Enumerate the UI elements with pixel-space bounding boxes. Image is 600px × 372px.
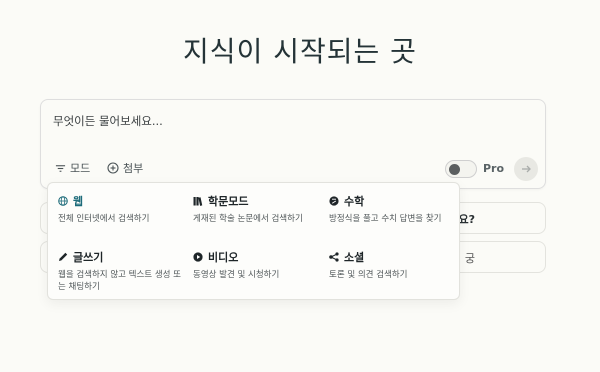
- focus-option-description: 동영상 발견 및 시청하기: [193, 270, 280, 280]
- math-icon: [329, 196, 339, 206]
- filter-icon: [55, 164, 66, 172]
- focus-option-description: 토론 및 의견 검색하기: [329, 270, 408, 280]
- focus-option-writing[interactable]: 글쓰기 웹을 검색하지 않고 텍스트 생성 또는 채팅하기: [58, 249, 186, 293]
- attach-button[interactable]: 첨부: [107, 160, 143, 176]
- page-headline: 지식이 시작되는 곳: [183, 35, 417, 68]
- focus-option-title: 학문모드: [208, 195, 249, 208]
- focus-option-description: 웹을 검색하지 않고 텍스트 생성 또는 채팅하기: [58, 270, 181, 292]
- social-icon: [329, 252, 339, 262]
- books-icon: [193, 197, 203, 206]
- globe-icon: [58, 196, 68, 206]
- focus-button[interactable]: 모드: [55, 160, 90, 176]
- focus-option-title: 글쓰기: [73, 251, 104, 264]
- attach-button-label: 첨부: [123, 162, 144, 175]
- focus-button-label: 모드: [70, 162, 91, 175]
- pencil-icon: [59, 252, 68, 261]
- toggle-knob: [449, 164, 460, 175]
- arrow-right-icon: [522, 165, 531, 173]
- submit-button[interactable]: [514, 157, 538, 181]
- search-input[interactable]: [53, 114, 523, 128]
- plus-circle-icon: [107, 162, 119, 174]
- suggestion-text: 요?: [458, 213, 475, 226]
- focus-option-description: 전체 인터넷에서 검색하기: [58, 214, 150, 224]
- pro-label: Pro: [483, 162, 505, 175]
- focus-option-title: 웹: [73, 195, 84, 208]
- focus-option-web[interactable]: 웹 전체 인터넷에서 검색하기: [58, 193, 186, 225]
- focus-option-description: 방정식을 풀고 수치 답변을 찾기: [329, 214, 442, 224]
- play-icon: [193, 252, 203, 262]
- focus-option-title: 비디오: [208, 251, 239, 264]
- suggestion-text: 궁: [464, 252, 475, 265]
- search-box: 모드 첨부 Pro: [40, 99, 546, 189]
- focus-option-title: 수학: [344, 195, 365, 208]
- pro-toggle[interactable]: [445, 160, 477, 178]
- focus-option-title: 소셜: [344, 251, 365, 264]
- focus-menu: 웹 전체 인터넷에서 검색하기 학문모드 게재된 학술 논문에서 검색하기 수학…: [47, 182, 460, 300]
- focus-option-description: 게재된 학술 논문에서 검색하기: [193, 214, 303, 224]
- focus-option-academic[interactable]: 학문모드 게재된 학술 논문에서 검색하기: [193, 193, 321, 225]
- focus-option-math[interactable]: 수학 방정식을 풀고 수치 답변을 찾기: [329, 193, 457, 225]
- focus-option-social[interactable]: 소셜 토론 및 의견 검색하기: [329, 249, 457, 281]
- focus-option-video[interactable]: 비디오 동영상 발견 및 시청하기: [193, 249, 321, 281]
